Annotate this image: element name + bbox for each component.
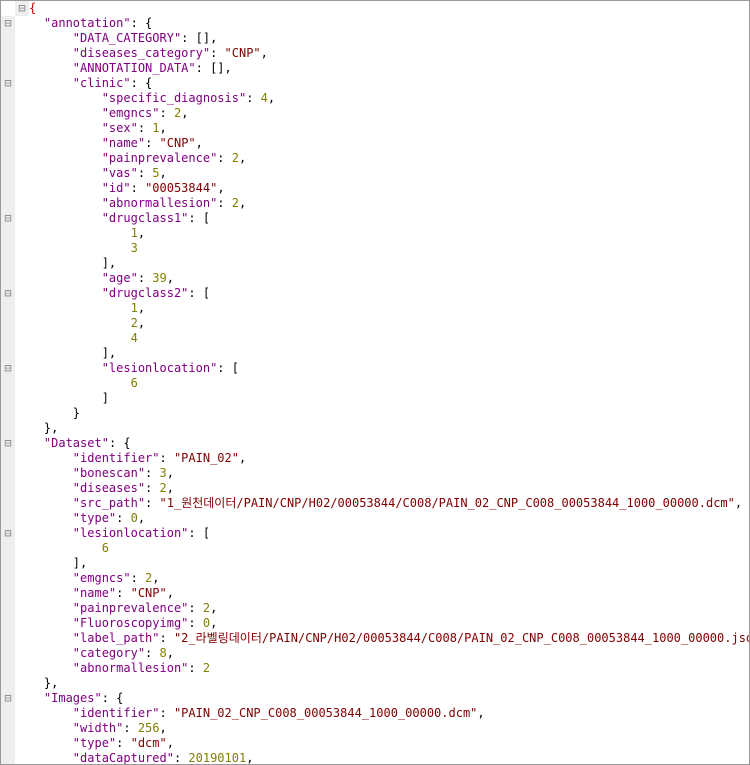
- code-viewer[interactable]: ⊟{⊟ "annotation": { "DATA_CATEGORY": [],…: [0, 0, 750, 765]
- json-code-block: ⊟{⊟ "annotation": { "DATA_CATEGORY": [],…: [1, 1, 749, 765]
